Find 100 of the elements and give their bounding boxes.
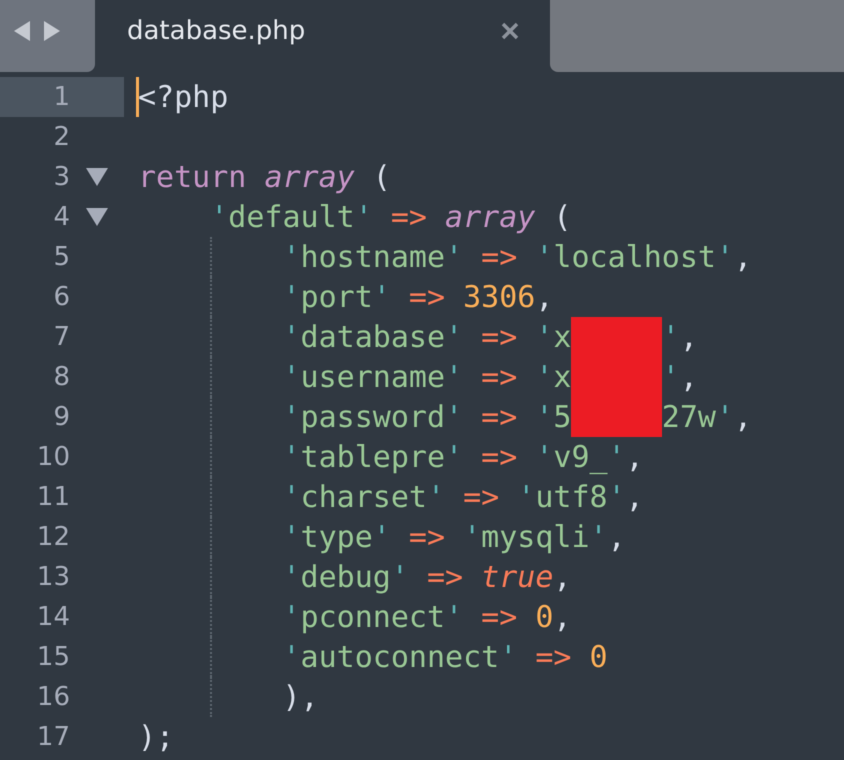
line-number: 16 (36, 682, 70, 712)
number-text: 0 (535, 600, 554, 634)
string-text: hostname (300, 240, 446, 274)
string-text: x (553, 360, 572, 394)
code-text: , (553, 560, 572, 594)
keyword-text: array (445, 200, 536, 234)
operator-text: => (480, 240, 518, 274)
quote-mark: ' (282, 640, 301, 674)
quote-mark: ' (716, 240, 734, 274)
quote-mark: ' (445, 600, 464, 634)
quote-mark: ' (210, 200, 228, 234)
operator-text: => (480, 360, 518, 394)
line-number: 17 (36, 722, 70, 752)
code-text: , (734, 400, 752, 434)
quote-mark: ' (535, 240, 554, 274)
quote-mark: ' (282, 360, 301, 394)
line-number: 1 (52, 82, 70, 112)
code-text: , (626, 480, 644, 514)
quote-mark: ' (463, 520, 482, 554)
quote-mark: ' (282, 240, 301, 274)
code-text: , (608, 520, 626, 554)
quote-mark: ' (662, 320, 680, 354)
string-text: password (300, 400, 446, 434)
quote-mark: ' (354, 200, 373, 234)
quote-mark: ' (282, 520, 301, 554)
quote-mark: ' (608, 480, 626, 514)
fold-triangle-icon[interactable] (86, 208, 108, 226)
operator-text: => (462, 480, 500, 514)
constant-text: true (481, 560, 554, 594)
string-text: localhost (553, 240, 716, 274)
quote-mark: ' (282, 320, 301, 354)
quote-mark: ' (716, 400, 734, 434)
keyword-text: return (138, 160, 248, 194)
operator-text: => (480, 400, 518, 434)
operator-text: => (534, 640, 572, 674)
fold-triangle-icon[interactable] (86, 168, 108, 186)
line-number: 10 (36, 442, 70, 472)
line-number: 5 (52, 242, 70, 272)
string-text: mysqli (481, 520, 590, 554)
operator-text: => (480, 320, 518, 354)
string-text: default (228, 200, 355, 234)
string-text: 5 (553, 400, 572, 434)
line-number: 13 (36, 562, 70, 592)
quote-mark: ' (282, 600, 301, 634)
keyword-text: array (264, 160, 355, 194)
line-number: 3 (52, 162, 70, 192)
line-number: 8 (52, 362, 70, 392)
tab-label: database.php (127, 16, 306, 46)
code-text: ( (552, 200, 572, 234)
string-text: database (300, 320, 446, 354)
back-arrow-icon[interactable] (12, 19, 32, 43)
code-text: ); (138, 720, 174, 754)
string-text: pconnect (300, 600, 446, 634)
code-text: , (680, 360, 698, 394)
quote-mark: ' (499, 640, 518, 674)
quote-mark: ' (372, 280, 391, 314)
string-text: 27w (662, 400, 716, 434)
operator-text: => (408, 280, 446, 314)
line-number: 11 (36, 482, 70, 512)
quote-mark: ' (590, 520, 608, 554)
line-number: 2 (52, 122, 70, 152)
close-icon[interactable] (500, 21, 520, 41)
code-text: ( (372, 160, 391, 194)
quote-mark: ' (282, 560, 301, 594)
string-text: utf8 (535, 480, 608, 514)
string-text: debug (300, 560, 391, 594)
quote-mark: ' (445, 440, 464, 474)
operator-text: => (426, 560, 464, 594)
operator-text: => (408, 520, 446, 554)
string-text: port (300, 280, 373, 314)
operator-text: => (390, 200, 428, 234)
line-number: 4 (52, 202, 70, 232)
string-text: tablepre (300, 440, 446, 474)
line-number: 12 (36, 522, 70, 552)
operator-text: => (480, 600, 518, 634)
code-text: , (734, 240, 752, 274)
quote-mark: ' (535, 440, 554, 474)
line-number: 15 (36, 642, 70, 672)
code-text: , (553, 600, 572, 634)
code-text: ), (282, 680, 319, 714)
quote-mark: ' (282, 400, 301, 434)
string-text: autoconnect (300, 640, 500, 674)
number-text: 0 (590, 640, 608, 674)
code-text: <?php (138, 80, 228, 114)
quote-mark: ' (535, 360, 554, 394)
forward-arrow-icon[interactable] (42, 19, 62, 43)
string-text: charset (300, 480, 427, 514)
quote-mark: ' (445, 400, 464, 434)
quote-mark: ' (535, 320, 554, 354)
quote-mark: ' (426, 480, 446, 514)
quote-mark: ' (445, 240, 464, 274)
quote-mark: ' (535, 400, 554, 434)
quote-mark: ' (608, 440, 626, 474)
line-number: 6 (52, 282, 70, 312)
line-number: 7 (52, 322, 70, 352)
quote-mark: ' (282, 480, 301, 514)
string-text: type (300, 520, 373, 554)
quote-mark: ' (282, 280, 301, 314)
string-text: x (553, 320, 572, 354)
quote-mark: ' (517, 480, 536, 514)
